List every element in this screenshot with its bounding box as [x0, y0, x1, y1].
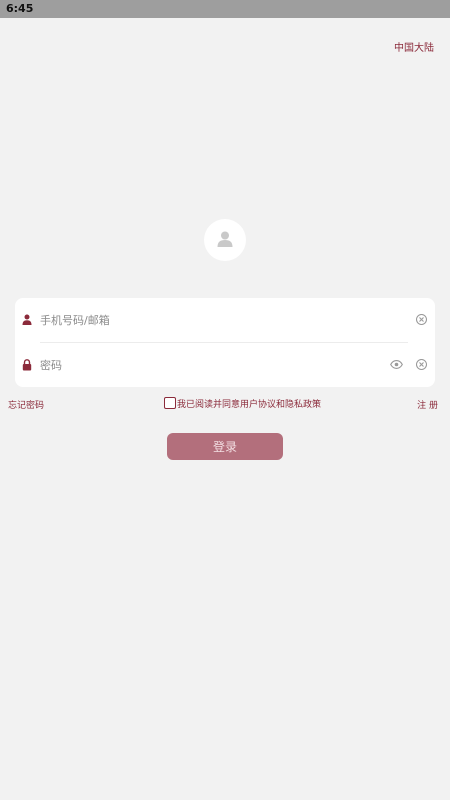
clear-icon[interactable]	[416, 314, 427, 325]
status-time: 6:45	[6, 2, 34, 15]
status-bar: 6:45	[0, 0, 450, 18]
password-row	[15, 343, 435, 387]
lock-icon	[22, 359, 32, 371]
login-form	[15, 298, 435, 387]
clear-icon[interactable]	[416, 359, 427, 370]
account-row	[15, 298, 435, 342]
login-button[interactable]: 登录	[167, 433, 283, 460]
user-icon	[22, 314, 32, 325]
region-selector[interactable]: 中国大陆	[394, 39, 434, 54]
user-icon	[217, 231, 233, 247]
agreement-checkbox[interactable]	[164, 397, 176, 409]
agreement-text[interactable]: 我已阅读并同意用户协议和隐私政策	[177, 397, 321, 410]
password-input[interactable]	[40, 354, 370, 376]
account-input[interactable]	[40, 309, 370, 331]
avatar	[204, 219, 246, 261]
forgot-password-link[interactable]: 忘记密码	[8, 398, 44, 411]
eye-icon[interactable]	[390, 360, 403, 369]
register-link[interactable]: 注 册	[417, 398, 438, 411]
